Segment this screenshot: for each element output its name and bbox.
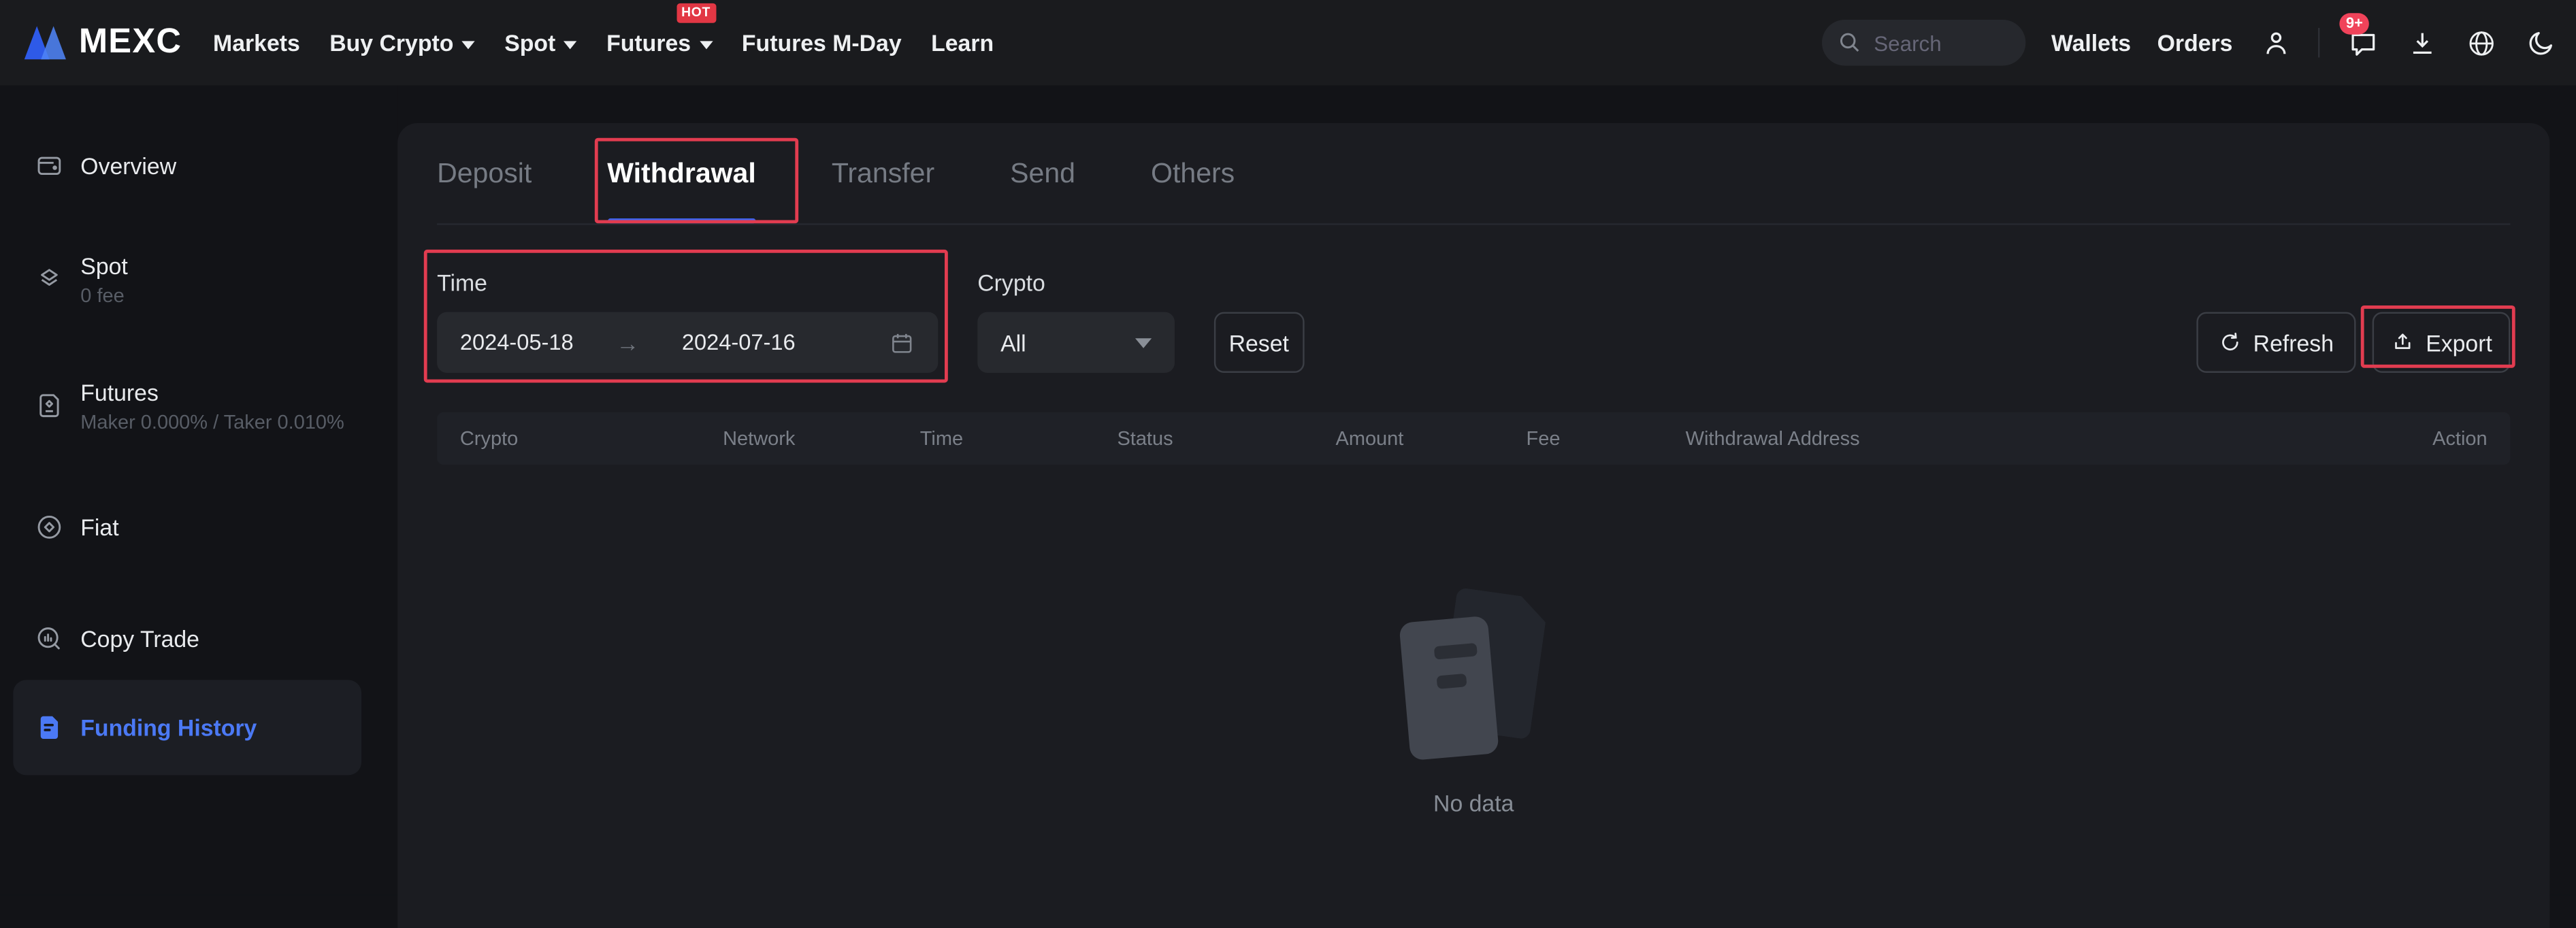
filter-bar: Time 2024-05-18 → 2024-07-16 <box>437 269 2510 373</box>
tab-transfer[interactable]: Transfer <box>832 123 934 223</box>
no-data-text: No data <box>1433 790 1514 816</box>
orders-link[interactable]: Orders <box>2157 29 2233 56</box>
nav-item-markets[interactable]: Markets <box>213 29 300 56</box>
tab-deposit[interactable]: Deposit <box>437 123 532 223</box>
sidebar-item-fiat[interactable]: Fiat <box>13 488 361 567</box>
search-box[interactable] <box>1821 20 2025 66</box>
layers-icon <box>35 265 64 294</box>
empty-state: No data <box>437 593 2510 816</box>
divider <box>2318 28 2319 57</box>
time-filter-label: Time <box>437 269 938 296</box>
wallet-sidebar: Overview Spot 0 fee <box>0 86 397 895</box>
crypto-select-value: All <box>1000 329 1026 356</box>
spot-fee-note: 0 fee <box>80 283 128 306</box>
funding-history-panel: Deposit Withdrawal Transfer Send Others … <box>397 123 2549 928</box>
refresh-icon <box>2217 330 2242 354</box>
notification-count-badge: 9+ <box>2339 13 2369 34</box>
tab-others[interactable]: Others <box>1151 123 1235 223</box>
chevron-down-icon <box>699 40 712 48</box>
sidebar-item-copy-trade[interactable]: Copy Trade <box>13 599 361 678</box>
nav-item-buy-crypto[interactable]: Buy Crypto <box>329 29 475 56</box>
refresh-button[interactable]: Refresh <box>2196 312 2355 373</box>
col-status: Status <box>1117 427 1335 450</box>
col-fee: Fee <box>1527 427 1686 450</box>
col-time: Time <box>920 427 1118 450</box>
wallet-icon <box>35 151 64 180</box>
tab-withdrawal[interactable]: Withdrawal <box>607 123 756 223</box>
notifications-icon[interactable]: 9+ <box>2346 27 2379 59</box>
sidebar-item-overview[interactable]: Overview <box>13 127 361 205</box>
mexc-logo-text: MEXC <box>79 23 182 63</box>
time-filter-group: Time 2024-05-18 → 2024-07-16 <box>437 269 938 373</box>
profile-icon[interactable] <box>2259 27 2292 59</box>
search-input[interactable] <box>1870 29 2002 56</box>
arrow-right-icon: → <box>616 329 639 356</box>
content-area: Deposit Withdrawal Transfer Send Others … <box>397 86 2576 895</box>
funding-history-document-icon <box>35 713 64 742</box>
primary-nav: Markets Buy Crypto Spot Futures HOT Futu… <box>213 29 994 56</box>
mexc-logo-icon <box>23 23 67 63</box>
hot-badge: HOT <box>676 3 715 23</box>
top-navbar: MEXC Markets Buy Crypto Spot Futures HOT… <box>0 0 2576 86</box>
copy-trade-icon <box>35 624 64 653</box>
wallets-link[interactable]: Wallets <box>2051 29 2131 56</box>
date-range-picker[interactable]: 2024-05-18 → 2024-07-16 <box>437 312 938 373</box>
history-tabs: Deposit Withdrawal Transfer Send Others <box>437 123 2510 225</box>
sidebar-item-futures[interactable]: Futures Maker 0.000% / Taker 0.010% <box>13 354 361 457</box>
crypto-filter-label: Crypto <box>977 269 1175 296</box>
table-actions: Refresh Export <box>2196 312 2510 373</box>
crypto-select[interactable]: All <box>977 312 1175 373</box>
nav-item-spot[interactable]: Spot <box>504 29 576 56</box>
dark-mode-moon-icon[interactable] <box>2524 27 2556 59</box>
col-withdrawal-address: Withdrawal Address <box>1686 427 2356 450</box>
export-upload-icon <box>2390 330 2414 354</box>
reset-button[interactable]: Reset <box>1214 312 1304 373</box>
col-action: Action <box>2356 427 2488 450</box>
mexc-funding-history-page: MEXC Markets Buy Crypto Spot Futures HOT… <box>0 0 2576 895</box>
search-icon <box>1838 31 1861 54</box>
col-network: Network <box>723 427 920 450</box>
date-to-value[interactable]: 2024-07-16 <box>682 330 796 354</box>
withdrawal-table-header: Crypto Network Time Status Amount Fee Wi… <box>437 412 2510 465</box>
sidebar-item-funding-history[interactable]: Funding History <box>13 680 361 775</box>
chevron-down-icon <box>461 40 474 48</box>
navbar-right: Wallets Orders 9+ <box>1821 20 2556 66</box>
language-globe-icon[interactable] <box>2464 27 2497 59</box>
download-app-icon[interactable] <box>2405 27 2438 59</box>
calendar-icon[interactable] <box>889 329 915 356</box>
futures-fee-note: Maker 0.000% / Taker 0.010% <box>80 410 344 433</box>
tab-send[interactable]: Send <box>1010 123 1075 223</box>
col-crypto: Crypto <box>460 427 723 450</box>
sidebar-item-spot[interactable]: Spot 0 fee <box>13 229 361 331</box>
nav-item-futures-mday[interactable]: Futures M-Day <box>742 29 902 56</box>
fiat-coin-icon <box>35 512 64 542</box>
col-amount: Amount <box>1336 427 1527 450</box>
chevron-down-icon <box>1135 337 1152 347</box>
nav-item-learn[interactable]: Learn <box>931 29 994 56</box>
export-button[interactable]: Export <box>2372 312 2511 373</box>
mexc-logo[interactable]: MEXC <box>23 23 182 63</box>
futures-document-icon <box>35 391 64 420</box>
crypto-filter-group: Crypto All <box>977 269 1175 373</box>
no-data-icon <box>1405 593 1543 763</box>
chevron-down-icon <box>564 40 576 48</box>
date-from-value[interactable]: 2024-05-18 <box>460 330 574 354</box>
nav-item-futures[interactable]: Futures HOT <box>606 29 712 56</box>
